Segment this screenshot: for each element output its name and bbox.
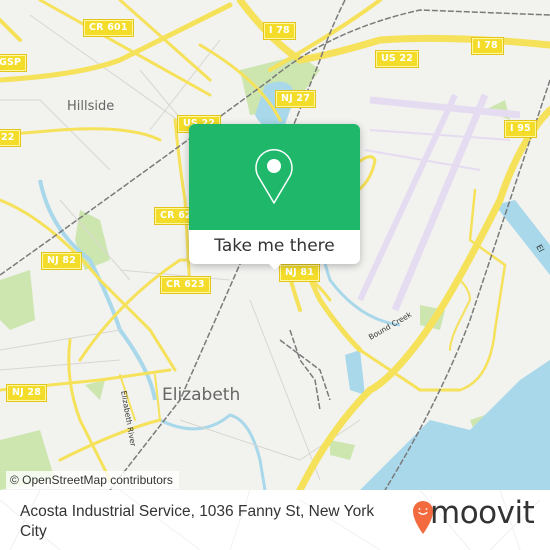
road-shield-22: 22 — [0, 130, 20, 146]
road-shield-nj-81: NJ 81 — [280, 265, 320, 281]
popup-header — [189, 124, 360, 230]
moovit-logo[interactable]: moovit — [430, 495, 535, 531]
road-shield-i-95: I 95 — [505, 121, 536, 137]
map-pin-icon — [255, 149, 293, 204]
map-attribution[interactable]: © OpenStreetMap contributors — [6, 471, 179, 489]
map-view[interactable]: CR 601 I 78 I 78 US 22 US 22 NJ 27 I 95 … — [0, 0, 550, 490]
popup-pointer — [267, 262, 283, 270]
road-shield-cr-623: CR 623 — [161, 277, 210, 293]
road-shield-nj-27: NJ 27 — [276, 91, 316, 107]
take-me-there-button[interactable]: Take me there — [189, 230, 360, 264]
road-shield-us-22: US 22 — [376, 51, 419, 67]
road-shield-nj-28: NJ 28 — [7, 385, 47, 401]
location-popup: Take me there — [189, 124, 360, 270]
road-shield-cr-601: CR 601 — [84, 20, 133, 36]
road-shield-i-78: I 78 — [472, 38, 503, 54]
place-label-elizabeth: Elizabeth — [162, 385, 241, 405]
location-address: Acosta Industrial Service, 1036 Fanny St… — [20, 503, 375, 540]
road-shield-i-78: I 78 — [264, 23, 295, 39]
place-label-hillside: Hillside — [67, 99, 115, 114]
road-shield-nj-82: NJ 82 — [42, 253, 82, 269]
road-shield-gsp: GSP — [0, 55, 27, 71]
